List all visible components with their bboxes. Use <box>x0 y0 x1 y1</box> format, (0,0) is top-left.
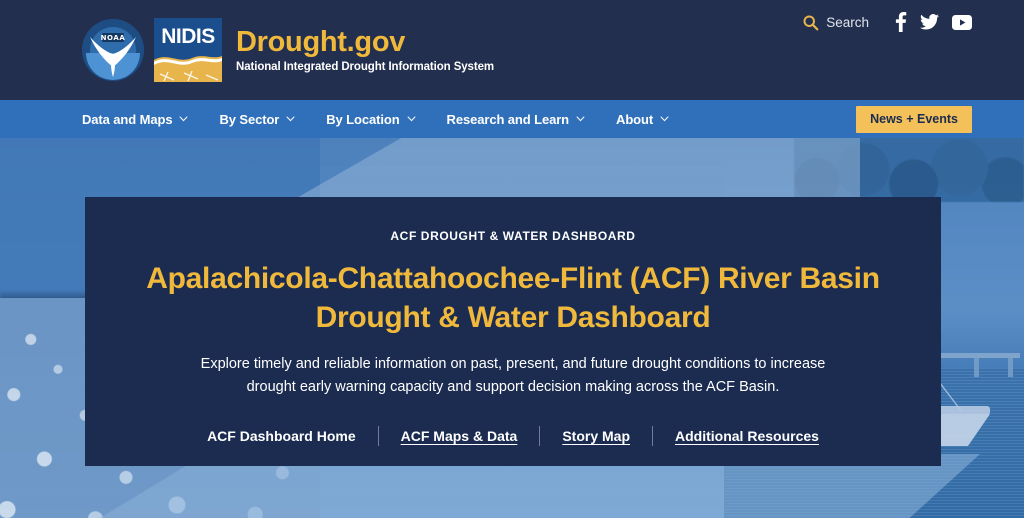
youtube-icon[interactable] <box>952 14 972 30</box>
noaa-logo-icon[interactable]: NOAA <box>82 19 144 81</box>
chevron-down-icon <box>286 116 295 122</box>
social-links <box>895 12 972 32</box>
nav-items: Data and Maps By Sector By Location Rese… <box>82 112 669 127</box>
site-title-group: Drought.gov National Integrated Drought … <box>236 25 495 74</box>
hero-title: Apalachicola-Chattahoochee-Flint (ACF) R… <box>146 262 880 334</box>
search-icon <box>802 14 819 31</box>
nav-item-label: By Sector <box>219 111 280 127</box>
nidis-logo-text: NIDIS <box>161 25 215 48</box>
nav-item-research-and-learn[interactable]: Research and Learn <box>447 112 585 127</box>
hero-link-acf-dashboard-home[interactable]: ACF Dashboard Home <box>185 428 378 444</box>
nidis-logo-icon[interactable]: NIDIS <box>154 18 222 82</box>
chevron-down-icon <box>407 116 416 122</box>
nav-item-by-sector[interactable]: By Sector <box>219 112 295 127</box>
chevron-down-icon <box>576 116 585 122</box>
hero-link-story-map[interactable]: Story Map <box>540 428 652 444</box>
site-header: NOAA NIDIS Drought.gov National Integrat… <box>0 0 1024 100</box>
hero-card: ACF DROUGHT & WATER DASHBOARD Apalachico… <box>85 197 941 466</box>
news-and-events-button[interactable]: News + Events <box>856 106 972 133</box>
utility-nav: Search <box>802 12 972 32</box>
search-label: Search <box>826 14 869 30</box>
page-title: Drought.gov <box>236 25 406 58</box>
svg-text:NOAA: NOAA <box>101 34 126 42</box>
nav-item-label: About <box>616 111 654 127</box>
hero-link-additional-resources[interactable]: Additional Resources <box>653 428 841 444</box>
hero-link-row: ACF Dashboard Home ACF Maps & Data Story… <box>145 425 881 446</box>
nav-item-label: Data and Maps <box>82 111 173 127</box>
page-root: NOAA NIDIS Drought.gov National Integrat… <box>0 0 1024 518</box>
hero-banner: ACF DROUGHT & WATER DASHBOARD Apalachico… <box>0 138 1024 518</box>
hero-link-acf-maps-and-data[interactable]: ACF Maps & Data <box>379 428 540 444</box>
search-button[interactable]: Search <box>802 14 869 31</box>
nav-item-label: By Location <box>326 111 400 127</box>
twitter-icon[interactable] <box>920 14 939 30</box>
facebook-icon[interactable] <box>895 12 907 32</box>
chevron-down-icon <box>660 116 669 122</box>
nav-item-by-location[interactable]: By Location <box>326 111 416 127</box>
nav-item-data-and-maps[interactable]: Data and Maps <box>82 112 188 127</box>
chevron-down-icon <box>179 116 188 122</box>
nav-item-label: Research and Learn <box>446 111 570 127</box>
site-brand[interactable]: NOAA NIDIS Drought.gov National Integrat… <box>82 18 494 82</box>
nav-item-about[interactable]: About <box>616 112 669 127</box>
main-navigation: Data and Maps By Sector By Location Rese… <box>0 100 1024 138</box>
hero-description: Explore timely and reliable information … <box>200 356 826 396</box>
site-subtitle: National Integrated Drought Information … <box>236 61 495 74</box>
nidis-logo-landscape <box>154 56 222 82</box>
hero-eyebrow: ACF DROUGHT & WATER DASHBOARD <box>390 229 636 243</box>
